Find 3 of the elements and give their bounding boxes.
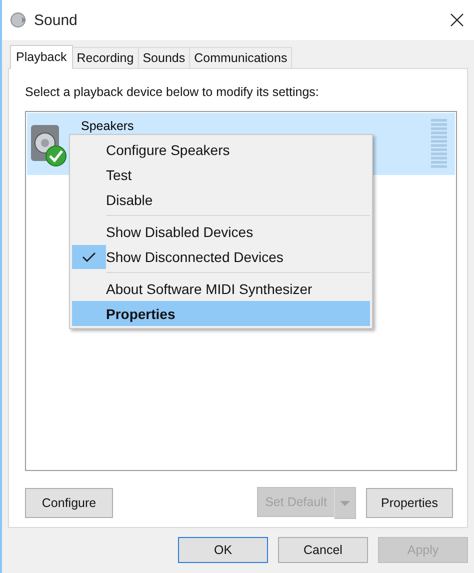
instruction-text: Select a playback device below to modify its settings: xyxy=(25,85,320,99)
device-name: Speakers xyxy=(81,119,135,133)
window-title: Sound xyxy=(34,12,78,28)
